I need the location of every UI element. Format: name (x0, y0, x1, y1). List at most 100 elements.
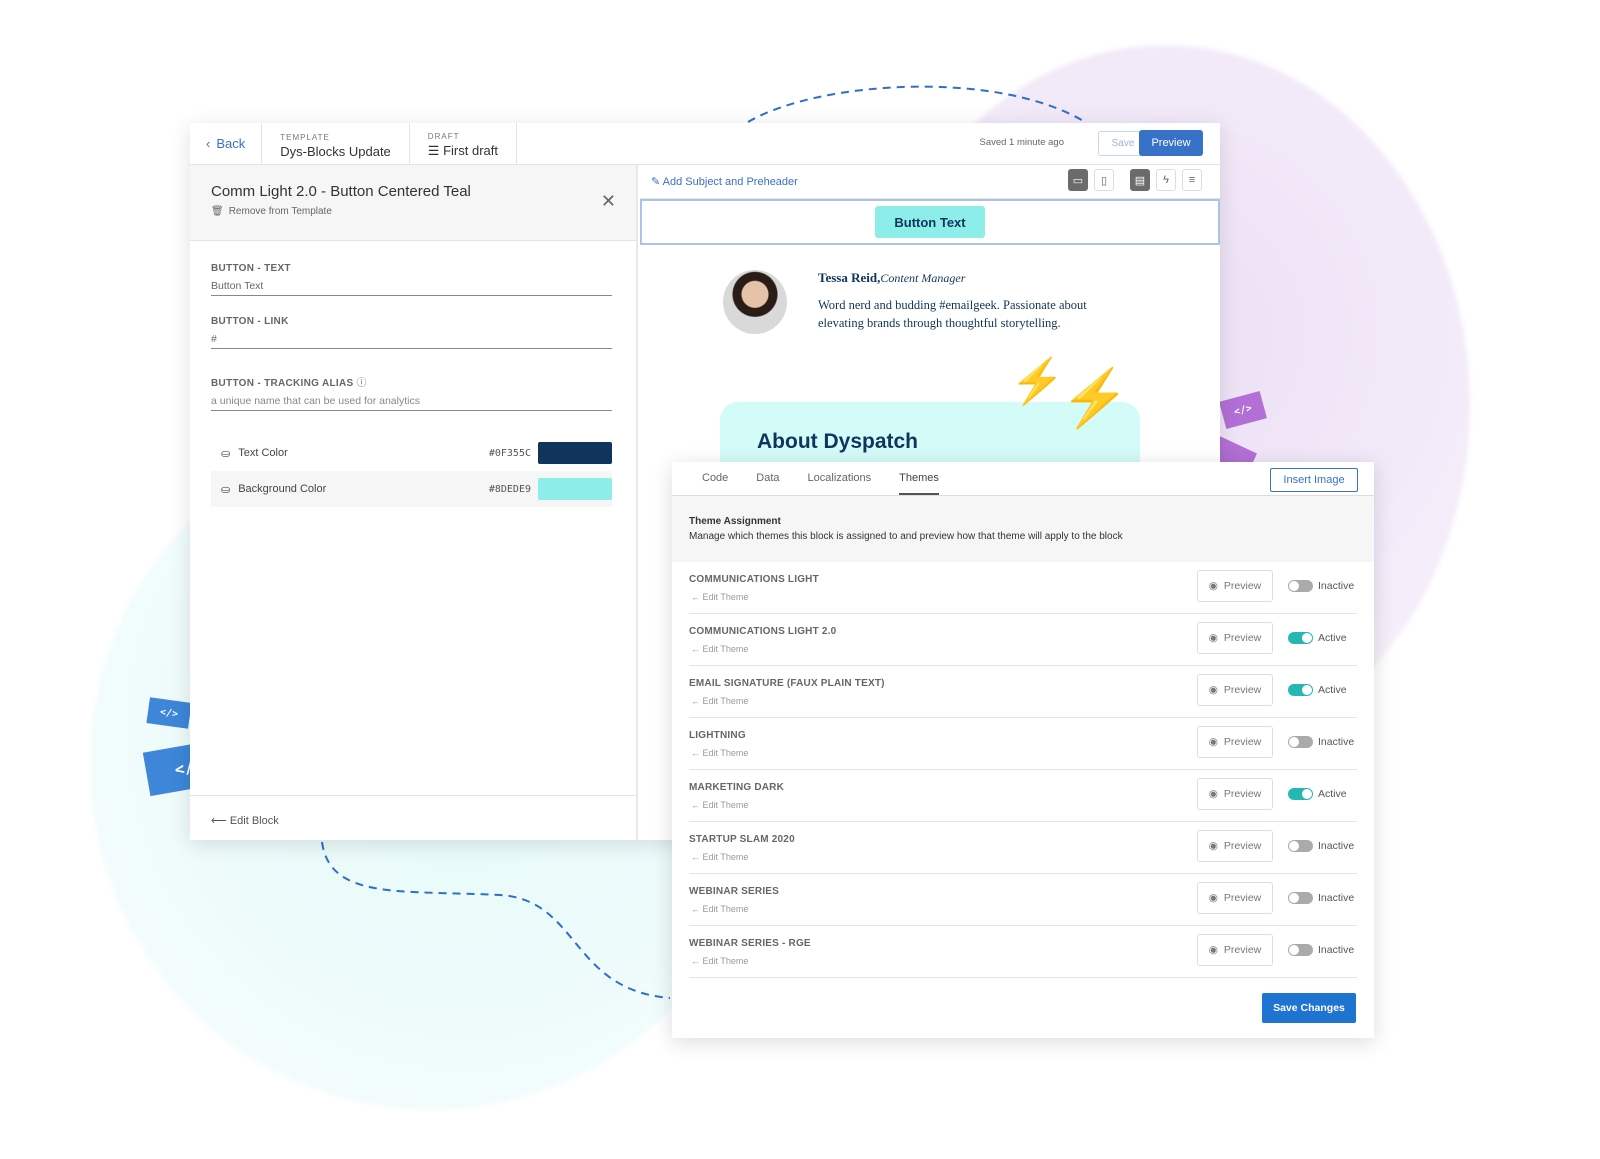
edit-theme-link[interactable]: ← Edit Theme (691, 644, 748, 654)
selected-button-block[interactable]: Button Text (640, 199, 1220, 245)
theme-active-toggle[interactable] (1288, 788, 1313, 800)
theme-name: WEBINAR SERIES - RGE (689, 938, 811, 949)
draft-selector[interactable]: DRAFT ☰ First draft (410, 122, 517, 165)
chevron-left-icon: ‹ (206, 136, 211, 151)
themes-panel: Code Data Localizations Themes Insert Im… (672, 462, 1374, 1038)
theme-preview-button[interactable]: ◉ Preview (1197, 882, 1273, 914)
theme-status: Inactive (1318, 580, 1355, 592)
edit-theme-label: Edit Theme (702, 592, 749, 602)
tab-localizations[interactable]: Localizations (808, 462, 872, 495)
theme-preview-button[interactable]: ◉ Preview (1197, 934, 1273, 966)
theme-status: Inactive (1318, 736, 1355, 748)
signature-role: Content Manager (880, 271, 966, 285)
preview-label: Preview (1223, 684, 1262, 696)
button-text-field[interactable]: BUTTON - TEXT Button Text (211, 263, 612, 296)
eye-icon: ◉ (1208, 892, 1218, 904)
theme-active-toggle[interactable] (1288, 840, 1313, 852)
theme-row: COMMUNICATIONS LIGHT ← Edit Theme ◉ Previ… (689, 562, 1357, 614)
block-settings-panel: Comm Light 2.0 - Button Centered Teal 🗑 R… (190, 165, 638, 840)
edit-theme-link[interactable]: ← Edit Theme (691, 696, 748, 706)
desktop-view-icon[interactable]: ▭ (1068, 169, 1088, 191)
theme-assignment-title: Theme Assignment (689, 516, 781, 527)
theme-row: COMMUNICATIONS LIGHT 2.0 ← Edit Theme ◉ P… (689, 614, 1357, 666)
theme-status: Inactive (1318, 840, 1355, 852)
theme-active-toggle[interactable] (1288, 892, 1313, 904)
color-swatch[interactable] (538, 442, 612, 464)
theme-row: MARKETING DARK ← Edit Theme ◉ Preview Act… (689, 770, 1357, 822)
edit-block-link[interactable]: ⟵ Edit Block (190, 795, 636, 840)
arrow-left-icon: ← (691, 748, 703, 758)
tab-themes[interactable]: Themes (899, 462, 939, 495)
tab-data[interactable]: Data (756, 462, 779, 495)
close-icon[interactable]: ✕ (601, 191, 616, 212)
tracking-alias-field[interactable]: BUTTON - TRACKING ALIAS ⓘ a unique name t… (211, 374, 612, 411)
theme-active-toggle[interactable] (1288, 632, 1313, 644)
saved-status: Saved 1 minute ago (979, 137, 1064, 148)
menu-icon: ☰ (427, 143, 444, 158)
theme-status: Active (1318, 788, 1347, 800)
edit-theme-link[interactable]: ← Edit Theme (691, 800, 748, 810)
signature-bio: Word nerd and budding #emailgeek. Passio… (818, 298, 1087, 330)
field-placeholder: a unique name that can be used for analy… (211, 395, 420, 407)
theme-preview-button[interactable]: ◉ Preview (1197, 622, 1273, 654)
preview-label: Preview (1223, 944, 1262, 956)
add-subject-link[interactable]: ✎ Add Subject and Preheader (651, 175, 798, 188)
avatar (723, 270, 787, 334)
lightning-icon[interactable]: ϟ (1156, 169, 1176, 191)
arrow-left-icon: ← (691, 956, 703, 966)
save-changes-button[interactable]: Save Changes (1262, 993, 1356, 1023)
eye-icon: ◉ (1208, 944, 1218, 956)
preview-label: Preview (1223, 632, 1262, 644)
arrow-left-icon: ⟵ (211, 815, 230, 827)
remove-label: Remove from Template (228, 206, 332, 217)
edit-theme-link[interactable]: ← Edit Theme (691, 748, 748, 758)
insert-image-button[interactable]: Insert Image (1270, 468, 1358, 492)
theme-row: WEBINAR SERIES ← Edit Theme ◉ Preview Ina… (689, 874, 1357, 926)
theme-active-toggle[interactable] (1288, 684, 1313, 696)
text-color-row[interactable]: ⛀ Text Color #0F355C (211, 435, 612, 471)
theme-preview-button[interactable]: ◉ Preview (1197, 726, 1273, 758)
eye-icon: ◉ (1208, 632, 1218, 644)
eye-icon: ◉ (1208, 736, 1218, 748)
template-selector[interactable]: TEMPLATE Dys-Blocks Update (262, 122, 410, 165)
top-bar: ‹ Back TEMPLATE Dys-Blocks Update DRAFT ☰ F… (190, 122, 1220, 165)
email-button[interactable]: Button Text (875, 206, 985, 238)
paint-bucket-icon: ⛀ (221, 483, 231, 496)
background-color-row[interactable]: ⛀ Background Color #8DEDE9 (211, 471, 612, 507)
edit-theme-link[interactable]: ← Edit Theme (691, 592, 748, 602)
theme-name: COMMUNICATIONS LIGHT (689, 574, 819, 585)
theme-row: WEBINAR SERIES - RGE ← Edit Theme ◉ Previ… (689, 926, 1357, 978)
theme-active-toggle[interactable] (1288, 944, 1313, 956)
tab-code[interactable]: Code (702, 462, 728, 495)
align-icon[interactable]: ≡ (1182, 169, 1202, 191)
theme-preview-button[interactable]: ◉ Preview (1197, 570, 1273, 602)
edit-theme-label: Edit Theme (702, 748, 749, 758)
arrow-left-icon: ← (691, 800, 703, 810)
theme-preview-button[interactable]: ◉ Preview (1197, 778, 1273, 810)
edit-theme-link[interactable]: ← Edit Theme (691, 852, 748, 862)
button-link-field[interactable]: BUTTON - LINK # (211, 316, 612, 349)
draft-name: First draft (443, 143, 498, 158)
back-button[interactable]: ‹ Back (190, 122, 263, 165)
theme-preview-button[interactable]: ◉ Preview (1197, 674, 1273, 706)
theme-row: STARTUP SLAM 2020 ← Edit Theme ◉ Preview … (689, 822, 1357, 874)
edit-theme-link[interactable]: ← Edit Theme (691, 956, 748, 966)
remove-from-template-link[interactable]: 🗑 Remove from Template (211, 206, 615, 217)
arrow-left-icon: ← (691, 852, 703, 862)
preview-label: Preview (1223, 580, 1262, 592)
help-icon[interactable]: ⓘ (357, 378, 367, 389)
mobile-view-icon[interactable]: ▯ (1094, 169, 1114, 191)
theme-active-toggle[interactable] (1288, 580, 1313, 592)
edit-theme-link[interactable]: ← Edit Theme (691, 904, 748, 914)
color-swatch[interactable] (538, 478, 612, 500)
arrow-left-icon: ← (691, 904, 703, 914)
layout-icon[interactable]: ▤ (1130, 169, 1150, 191)
pencil-icon: ✎ (651, 176, 663, 188)
theme-preview-button[interactable]: ◉ Preview (1197, 830, 1273, 862)
add-subject-label: Add Subject and Preheader (662, 176, 798, 188)
theme-active-toggle[interactable] (1288, 736, 1313, 748)
preview-button[interactable]: Preview (1139, 130, 1203, 156)
eye-icon: ◉ (1208, 840, 1218, 852)
lightning-bolt-decor: ⚡ (1060, 366, 1130, 429)
theme-status: Active (1318, 632, 1347, 644)
